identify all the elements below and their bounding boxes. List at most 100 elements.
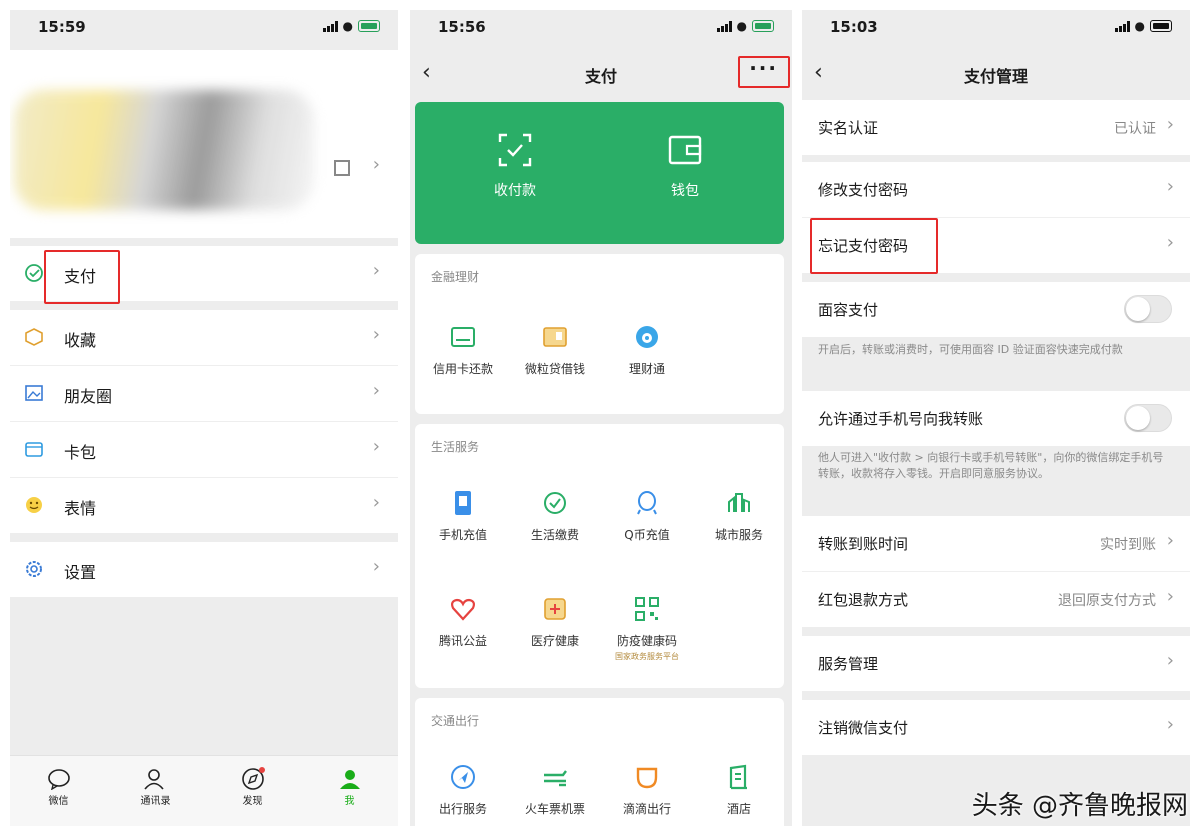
service-label: 信用卡还款 bbox=[432, 362, 493, 376]
chevron-right-icon: › bbox=[372, 324, 380, 345]
menu-item-moments[interactable]: 朋友圈 › bbox=[10, 366, 398, 422]
service-label: 出行服务 bbox=[438, 802, 487, 816]
row-arrival-time[interactable]: 转账到账时间 实时到账 › bbox=[802, 516, 1190, 572]
card-label: 钱包 bbox=[671, 183, 699, 199]
chevron-right-icon: › bbox=[1166, 650, 1174, 671]
service-train[interactable]: 火车票机票 bbox=[509, 762, 601, 817]
service-label: 医疗健康 bbox=[530, 634, 579, 648]
group-service: 服务管理 › bbox=[802, 636, 1190, 691]
menu-item-settings[interactable]: 设置 › bbox=[10, 542, 398, 597]
tab-label: 通讯录 bbox=[140, 796, 171, 807]
contacts-icon bbox=[143, 769, 164, 790]
wallet-icon bbox=[668, 135, 702, 165]
discover-icon bbox=[241, 767, 265, 790]
page-title: 支付管理 bbox=[963, 67, 1028, 86]
row-label: 红包退款方式 bbox=[818, 591, 909, 609]
row-face-pay: 面容支付 bbox=[802, 282, 1190, 337]
tab-label: 我 bbox=[344, 796, 355, 807]
tab-contacts[interactable]: 通讯录 bbox=[107, 756, 204, 826]
menu-item-label: 朋友圈 bbox=[64, 387, 113, 406]
me-screen: 15:59 ● › 支付 › 收藏 › 朋友圈 › 卡包 › 表情 › 设置 ›… bbox=[10, 10, 398, 826]
highlight-box-pay bbox=[44, 250, 120, 304]
pay-icon bbox=[25, 264, 43, 282]
row-phone-transfer: 允许通过手机号向我转账 bbox=[802, 391, 1190, 446]
status-bar: 15:03 ● bbox=[802, 10, 1190, 50]
qr-code-icon[interactable] bbox=[334, 160, 350, 176]
phone-transfer-toggle[interactable] bbox=[1124, 404, 1172, 432]
menu-item-card-wallet[interactable]: 卡包 › bbox=[10, 422, 398, 478]
service-hotel[interactable]: 酒店 bbox=[693, 762, 785, 817]
service-loan[interactable]: 微粒贷借钱 bbox=[509, 322, 601, 377]
service-label: 微粒贷借钱 bbox=[524, 362, 585, 376]
nav-bar: ‹ 支付 ··· bbox=[410, 50, 792, 96]
service-credit-card[interactable]: 信用卡还款 bbox=[417, 322, 509, 377]
utility-bill-icon bbox=[544, 492, 566, 514]
battery-icon bbox=[358, 20, 380, 32]
row-label: 实名认证 bbox=[818, 119, 879, 137]
me-icon bbox=[339, 770, 360, 789]
phone-transfer-description: 他人可进入"收付款 > 向银行卡或手机号转账"，向你的微信绑定手机号转账，收款将… bbox=[818, 451, 1164, 480]
section-transport: 交通出行 出行服务 火车票机票 滴滴出行 酒店 bbox=[415, 698, 784, 826]
service-city[interactable]: 城市服务 bbox=[693, 488, 785, 543]
profile-card[interactable]: › bbox=[10, 50, 398, 238]
group-realname: 实名认证 已认证 › bbox=[802, 100, 1190, 155]
scan-receive-icon bbox=[498, 133, 532, 167]
row-label: 修改支付密码 bbox=[818, 181, 909, 199]
row-service-management[interactable]: 服务管理 › bbox=[802, 636, 1190, 691]
signal-icon bbox=[1114, 20, 1130, 32]
chevron-right-icon: › bbox=[1166, 114, 1174, 135]
row-value: 退回原支付方式 bbox=[1058, 593, 1156, 609]
service-medical[interactable]: 医疗健康 bbox=[509, 594, 601, 649]
battery-icon bbox=[752, 20, 774, 32]
row-label: 注销微信支付 bbox=[818, 719, 909, 737]
menu-item-favorites[interactable]: 收藏 › bbox=[10, 310, 398, 366]
qcoin-icon bbox=[637, 491, 657, 515]
chat-icon bbox=[47, 769, 70, 790]
service-label: 腾讯公益 bbox=[438, 634, 487, 648]
row-close-wechat-pay[interactable]: 注销微信支付 › bbox=[802, 700, 1190, 755]
signal-icon bbox=[322, 20, 338, 32]
wallet-button[interactable]: 钱包 bbox=[625, 132, 745, 200]
travel-icon bbox=[451, 765, 475, 789]
row-refund-method[interactable]: 红包退款方式 退回原支付方式 › bbox=[802, 572, 1190, 627]
tab-me[interactable]: 我 bbox=[301, 756, 398, 826]
nav-bar: ‹ 支付管理 bbox=[802, 50, 1190, 96]
wifi-icon: ● bbox=[342, 19, 353, 33]
service-charity[interactable]: 腾讯公益 bbox=[417, 594, 509, 649]
wifi-icon: ● bbox=[1134, 19, 1145, 33]
battery-icon bbox=[1150, 20, 1172, 32]
section-title: 生活服务 bbox=[431, 440, 480, 454]
service-phone-topup[interactable]: 手机充值 bbox=[417, 488, 509, 543]
row-realname[interactable]: 实名认证 已认证 › bbox=[802, 100, 1190, 155]
section-life: 生活服务 手机充值 生活缴费 Q币充值 城市服务 腾讯公益 医疗健康 防疫健康码 bbox=[415, 424, 784, 688]
tab-chats[interactable]: 微信 bbox=[10, 756, 107, 826]
service-health-code[interactable]: 防疫健康码 国家政务服务平台 bbox=[601, 594, 693, 662]
section-title: 交通出行 bbox=[431, 714, 480, 728]
chevron-right-icon: › bbox=[1166, 586, 1174, 607]
chevron-right-icon: › bbox=[372, 260, 380, 281]
service-qcoin[interactable]: Q币充值 bbox=[601, 488, 693, 543]
service-label: 城市服务 bbox=[714, 528, 763, 542]
service-utility[interactable]: 生活缴费 bbox=[509, 488, 601, 543]
signal-icon bbox=[716, 20, 732, 32]
service-wealth[interactable]: 理财通 bbox=[601, 322, 693, 377]
service-travel[interactable]: 出行服务 bbox=[417, 762, 509, 817]
row-change-password[interactable]: 修改支付密码 › bbox=[802, 162, 1190, 218]
status-bar: 15:59 ● bbox=[10, 10, 398, 50]
watermark-text: 头条 @齐鲁晚报网 bbox=[971, 791, 1188, 821]
status-bar: 15:56 ● bbox=[410, 10, 792, 50]
loan-icon bbox=[543, 327, 567, 347]
receive-pay-button[interactable]: 收付款 bbox=[455, 132, 575, 200]
tab-discover[interactable]: 发现 bbox=[204, 756, 301, 826]
system-icons: ● bbox=[322, 19, 380, 33]
pay-green-card: 收付款 钱包 bbox=[415, 102, 784, 244]
card-label: 收付款 bbox=[494, 183, 536, 199]
service-didi[interactable]: 滴滴出行 bbox=[601, 762, 693, 817]
hotel-icon bbox=[729, 764, 747, 790]
chevron-right-icon: › bbox=[372, 154, 380, 175]
service-label: 理财通 bbox=[628, 362, 665, 376]
face-pay-toggle[interactable] bbox=[1124, 295, 1172, 323]
chevron-right-icon: › bbox=[1166, 232, 1174, 253]
chevron-right-icon: › bbox=[372, 556, 380, 577]
menu-item-stickers[interactable]: 表情 › bbox=[10, 478, 398, 533]
